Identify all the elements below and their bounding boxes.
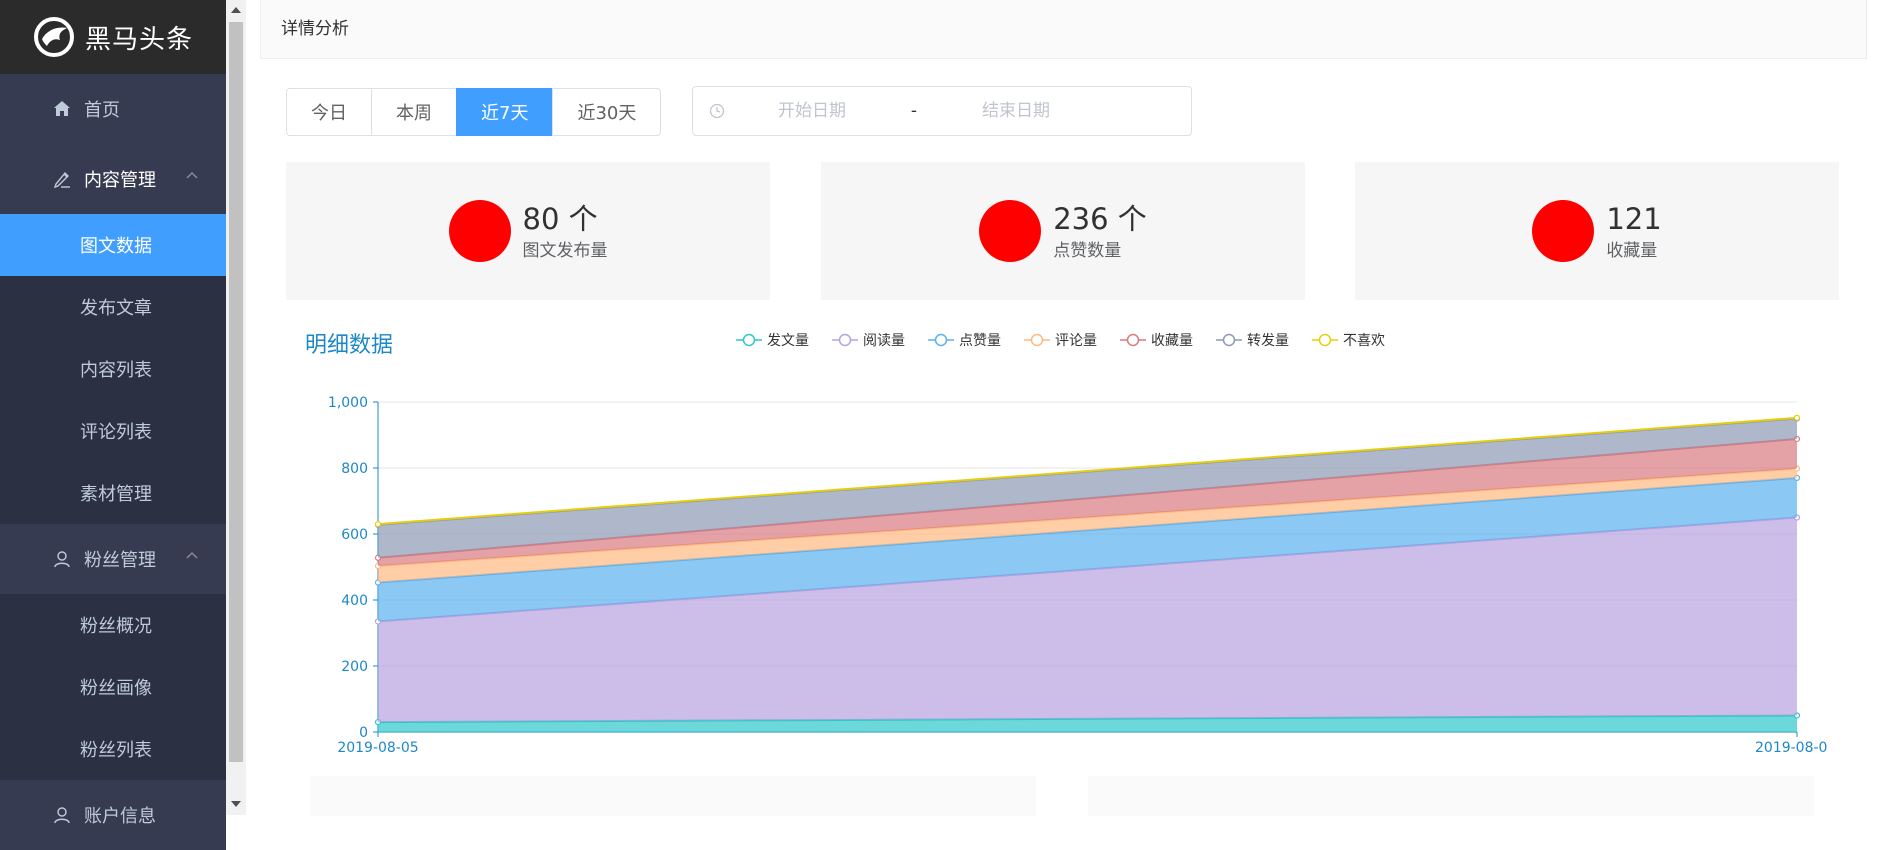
- legend-marker: [838, 333, 852, 347]
- sidebar: 黑马头条 首页 内容管理 图文数据 发布文章 内容列表 评论列表 素材管理 粉丝…: [0, 0, 226, 850]
- sidebar-item-label: 素材管理: [80, 484, 152, 505]
- range-today-button[interactable]: 今日: [286, 88, 372, 136]
- sidebar-item-label: 粉丝管理: [84, 550, 156, 571]
- range-button-group: 今日 本周 近7天 近30天: [286, 88, 662, 136]
- sidebar-item-label: 粉丝列表: [80, 740, 152, 761]
- sidebar-nav: 首页 内容管理 图文数据 发布文章 内容列表 评论列表 素材管理 粉丝管理 粉丝…: [0, 74, 226, 850]
- x-tick-label: 2019-08-0: [1755, 740, 1827, 756]
- stat-card-favorites: 121 收藏量: [1355, 162, 1839, 300]
- clock-icon: [709, 103, 725, 119]
- edit-icon: [52, 169, 72, 189]
- legend-marker: [934, 333, 948, 347]
- legend-marker: [1222, 333, 1236, 347]
- legend-marker: [1318, 333, 1332, 347]
- sidebar-item-fans-list[interactable]: 粉丝列表: [0, 718, 226, 780]
- sidebar-item-fans-management[interactable]: 粉丝管理: [0, 524, 226, 594]
- legend-label: 点赞量: [959, 333, 1001, 349]
- sidebar-item-label: 评论列表: [80, 422, 152, 443]
- sidebar-item-label: 账户信息: [84, 806, 156, 827]
- bottom-card-left: [310, 776, 1036, 816]
- home-icon: [52, 99, 72, 119]
- stat-indicator-dot: [448, 200, 511, 262]
- stat-value: 80 个: [522, 201, 598, 236]
- sidebar-item-content-management[interactable]: 内容管理: [0, 144, 226, 214]
- page-title: 详情分析: [281, 19, 349, 39]
- y-tick-label: 800: [341, 461, 368, 477]
- y-tick-label: 400: [341, 593, 368, 609]
- stat-card-articles: 80 个 图文发布量: [286, 162, 770, 300]
- date-range-picker[interactable]: -: [692, 86, 1192, 136]
- sidebar-item-fans-portrait[interactable]: 粉丝画像: [0, 656, 226, 718]
- legend-label: 评论量: [1055, 333, 1097, 349]
- sidebar-item-label: 首页: [84, 100, 120, 121]
- sidebar-item-label: 粉丝概况: [80, 616, 152, 637]
- sidebar-item-publish-article[interactable]: 发布文章: [0, 276, 226, 338]
- chart-title: 明细数据: [305, 333, 393, 358]
- chevron-up-icon: [186, 552, 198, 559]
- y-tick-label: 200: [341, 659, 368, 675]
- date-separator: -: [910, 101, 918, 121]
- legend-label: 收藏量: [1151, 333, 1193, 349]
- legend-label: 阅读量: [863, 332, 905, 349]
- logo-text: 黑马头条: [84, 24, 193, 55]
- y-tick-label: 0: [359, 725, 368, 741]
- stat-indicator-dot: [979, 200, 1042, 262]
- legend-marker: [742, 333, 756, 347]
- legend-label: 转发量: [1247, 333, 1289, 349]
- y-tick-label: 600: [341, 527, 368, 543]
- horse-logo-icon: [33, 17, 74, 57]
- y-tick-label: 1,000: [328, 395, 368, 411]
- range-last-30-days-button[interactable]: 近30天: [552, 88, 662, 136]
- sidebar-item-label: 内容列表: [80, 360, 152, 381]
- stat-label: 收藏量: [1606, 240, 1658, 261]
- main-content: 详情分析 今日 本周 近7天 近30天 - 80 个 图文发布量 236 个 点…: [260, 0, 1867, 816]
- card-header: 详情分析: [260, 0, 1867, 59]
- detail-area-chart: 明细数据 0 200 400 600 800 1,000 2019-08-05 2019-08-…: [305, 332, 1827, 756]
- page-scrollbar[interactable]: [226, 0, 246, 815]
- stat-label: 图文发布量: [522, 240, 608, 261]
- sidebar-item-content-list[interactable]: 内容列表: [0, 338, 226, 400]
- sidebar-item-fans-overview[interactable]: 粉丝概况: [0, 594, 226, 656]
- scroll-up-arrow-icon[interactable]: [231, 7, 241, 13]
- user-icon: [52, 549, 72, 569]
- stat-card-likes: 236 个 点赞数量: [821, 162, 1305, 300]
- sidebar-item-material-management[interactable]: 素材管理: [0, 462, 226, 524]
- series-point: [374, 521, 382, 528]
- end-date-input[interactable]: [929, 100, 1103, 122]
- sidebar-item-label: 内容管理: [84, 170, 156, 191]
- scrollbar-thumb[interactable]: [229, 22, 243, 762]
- legend-label: 发文量: [767, 333, 809, 349]
- stat-value: 236 个: [1053, 201, 1147, 236]
- legend-label: 不喜欢: [1343, 333, 1385, 349]
- sidebar-item-account-info[interactable]: 账户信息: [0, 780, 226, 850]
- sidebar-item-label: 粉丝画像: [80, 678, 152, 699]
- sidebar-item-label: 图文数据: [80, 236, 152, 257]
- bottom-card-right: [1088, 776, 1814, 816]
- range-this-week-button[interactable]: 本周: [371, 88, 457, 136]
- x-tick-label: 2019-08-05: [337, 740, 418, 756]
- app-logo[interactable]: 黑马头条: [0, 0, 226, 74]
- user-icon: [52, 805, 72, 825]
- chevron-up-icon: [186, 172, 198, 179]
- scroll-down-arrow-icon[interactable]: [231, 801, 241, 807]
- sidebar-item-label: 发布文章: [80, 298, 152, 319]
- sidebar-item-home[interactable]: 首页: [0, 74, 226, 144]
- stat-indicator-dot: [1532, 200, 1595, 262]
- legend-marker: [1126, 333, 1140, 347]
- series-point: [1793, 414, 1801, 421]
- start-date-input[interactable]: [725, 100, 899, 122]
- legend-marker: [1030, 333, 1044, 347]
- range-last-7-days-button[interactable]: 近7天: [456, 88, 554, 136]
- stat-label: 点赞数量: [1053, 240, 1122, 261]
- stat-value: 121: [1606, 201, 1662, 236]
- sidebar-item-article-data[interactable]: 图文数据: [0, 214, 226, 276]
- sidebar-item-comment-list[interactable]: 评论列表: [0, 400, 226, 462]
